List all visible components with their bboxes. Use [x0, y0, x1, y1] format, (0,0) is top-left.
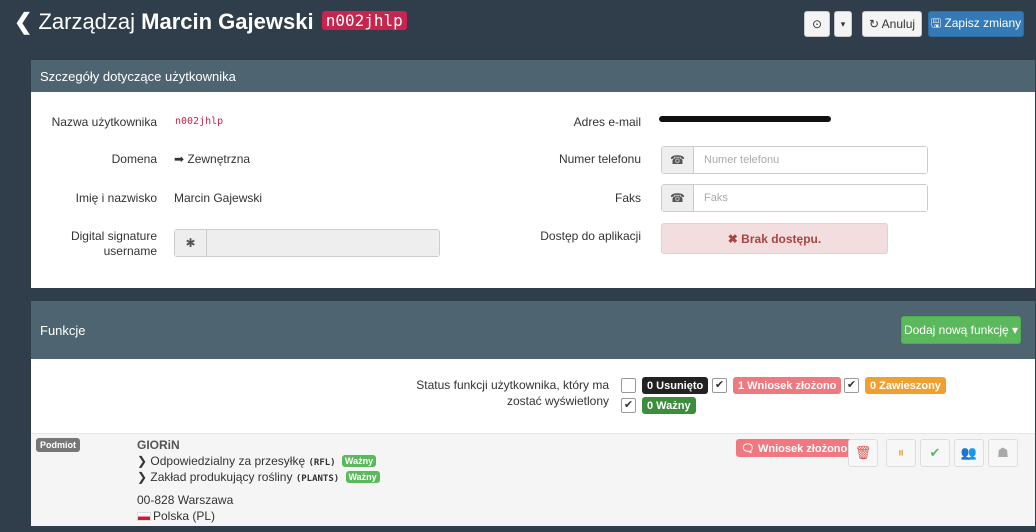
row-status-badge: 🗨 Wniosek złożono [736, 439, 853, 457]
status-filter-prompt: Status funkcji użytkownika, który ma zos… [416, 378, 609, 408]
function-row: Podmiot GIORiN ❯ Odpowiedzialny za przes… [31, 433, 1035, 526]
role-name: ❯ Zakład produkujący rośliny [137, 470, 293, 484]
signature-input [207, 230, 439, 256]
email-label: Adres e-mail [573, 115, 641, 129]
signature-label: Digital signature username [70, 229, 157, 258]
user-details-heading: Szczegóły dotyczące użytkownika [31, 60, 1035, 92]
fax-icon: ☎ [662, 185, 694, 211]
filter-valid-checkbox[interactable]: ✔ [621, 398, 636, 413]
role-status-badge: Ważny [341, 455, 377, 467]
functions-panel: Funkcje Dodaj nową funkcję ▾ Status funk… [31, 301, 1035, 526]
caret-down-icon: ▾ [840, 18, 846, 29]
country-name: Polska (PL) [153, 509, 216, 523]
fullname-label: Imię i nazwisko [75, 191, 157, 205]
delete-function-button[interactable]: 🗑 [848, 439, 878, 467]
filter-suspended-checkbox[interactable]: ✔ [844, 378, 859, 393]
title-user-code: n002jhlp [321, 11, 407, 30]
fax-field: ☎ [661, 184, 928, 212]
entity-name: GIORiN [137, 438, 180, 452]
role-status-badge: Ważny [345, 471, 380, 483]
entity-country: Polska (PL) [137, 509, 215, 523]
phone-field: ☎ [661, 146, 928, 174]
add-function-button[interactable]: Dodaj nową funkcję ▾ [901, 316, 1021, 344]
trash-icon: 🗑 [854, 445, 872, 460]
approve-function-button[interactable]: ✔ [920, 439, 950, 467]
domain-value: ➡ Zewnętrzna [174, 152, 251, 166]
pause-icon: ⏸ [897, 445, 905, 460]
entity-address: 00-828 Warszawa [137, 493, 234, 507]
signature-field: ✱ [174, 229, 440, 257]
filter-suspended-label: 0 Zawieszony [865, 377, 946, 394]
poland-flag-icon [137, 512, 151, 521]
phone-input[interactable] [694, 147, 927, 173]
fax-input[interactable] [694, 185, 927, 211]
filter-submitted-label: 1 Wniosek złożono [733, 377, 842, 394]
title-user-name: Marcin Gajewski [141, 9, 314, 34]
cancel-button[interactable]: ↻ Anuluj [862, 11, 922, 37]
page-title: ❮ Zarządzaj Marcin Gajewski n002jhlp [14, 9, 407, 35]
filter-submitted-checkbox[interactable]: ✔ [712, 378, 727, 393]
filter-valid-label: 0 Ważny [642, 397, 696, 414]
entity-type-badge: Podmiot [36, 438, 80, 452]
history-icon: ⊙ [811, 17, 823, 31]
users-function-button[interactable]: 👥 [954, 439, 984, 467]
username-value: n002jhlp [175, 116, 224, 127]
email-redacted [659, 116, 831, 122]
functions-heading: Funkcje [31, 301, 1035, 359]
domain-label: Domena [111, 152, 157, 166]
fax-label: Faks [614, 191, 641, 205]
suspend-function-button[interactable]: ⏸ [886, 439, 916, 467]
users-icon: 👥 [960, 445, 978, 460]
user-secret-function-button[interactable]: ☗ [988, 439, 1018, 467]
role-item: ❯ Odpowiedzialny za przesyłkę (RFL) Ważn… [137, 454, 377, 468]
role-item: ❯ Zakład produkujący rośliny (PLANTS) Wa… [137, 470, 380, 484]
filter-removed-checkbox[interactable] [621, 378, 636, 393]
access-status-alert: ✖ Brak dostępu. [661, 223, 888, 254]
save-button[interactable]: 🖫 Zapisz zmiany [928, 11, 1024, 37]
asterisk-icon: ✱ [175, 230, 207, 256]
fullname-value: Marcin Gajewski [174, 191, 263, 205]
role-name: ❯ Odpowiedzialny za przesyłkę [137, 454, 306, 468]
history-button[interactable]: ⊙ [804, 11, 830, 37]
phone-label: Numer telefonu [558, 152, 641, 166]
user-secret-icon: ☗ [997, 445, 1009, 460]
user-details-panel: Szczegóły dotyczące użytkownika Nazwa uż… [31, 60, 1035, 288]
role-code: (PLANTS) [295, 474, 340, 484]
role-code: (RFL) [308, 458, 336, 468]
history-dropdown-button[interactable]: ▾ [834, 11, 852, 37]
title-prefix: Zarządzaj [38, 9, 136, 34]
access-label: Dostęp do aplikacji [540, 229, 641, 243]
filter-removed-label: 0 Usunięto [642, 377, 709, 394]
check-icon: ✔ [929, 445, 941, 460]
back-chevron-icon[interactable]: ❮ [14, 9, 32, 34]
username-label: Nazwa użytkownika [51, 115, 157, 129]
phone-icon: ☎ [662, 147, 694, 173]
top-bar: ❮ Zarządzaj Marcin Gajewski n002jhlp ⊙ ▾ … [0, 0, 1036, 46]
